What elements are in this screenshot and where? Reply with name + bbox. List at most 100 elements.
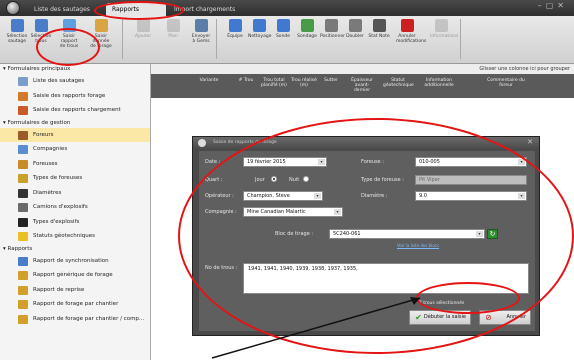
ribbon-button-icon — [136, 19, 150, 32]
chevron-down-icon[interactable]: ▾ — [518, 193, 525, 199]
tab-liste-des-sautages[interactable]: Liste des sautages — [28, 3, 102, 16]
sidebar-item[interactable]: Statuts géotechniques — [0, 229, 150, 244]
chevron-down-icon[interactable]: ▾ — [476, 231, 483, 237]
close-icon[interactable]: ✕ — [527, 138, 533, 146]
quart-option-jour-label: Jour — [255, 177, 265, 183]
ribbon-separator — [122, 19, 123, 59]
column-header[interactable]: Information additionnelle — [417, 78, 461, 88]
ribbon-button-12[interactable]: Doubler — [344, 19, 366, 39]
operateur-field[interactable]: Champion, Steve ▾ — [243, 191, 323, 201]
column-header[interactable]: Commentaire du foreur — [481, 78, 531, 88]
column-header[interactable]: Sutter — [319, 78, 343, 83]
quart-option-nuit-label: Nuit — [289, 177, 300, 183]
ribbon-button-9[interactable]: Sonde — [272, 19, 294, 39]
ribbon-button-label: Sélection sautage — [6, 34, 28, 44]
chevron-down-icon[interactable]: ▾ — [518, 159, 525, 165]
ribbon-button-icon — [348, 19, 362, 32]
ribbon-button-label: Sonde — [275, 34, 291, 39]
ribbon-button-10[interactable]: Sondage — [296, 19, 318, 39]
ribbon-button-0[interactable]: Sélection sautage — [6, 19, 28, 44]
quart-jour-radio[interactable] — [271, 176, 277, 182]
voir-liste-blocs-link[interactable]: Voir la liste des blocs — [397, 243, 439, 248]
foreuse-value: 010-005 — [419, 159, 440, 165]
ribbon-button-icon — [166, 19, 180, 32]
column-header[interactable]: Variante — [191, 78, 227, 83]
trous-textarea[interactable]: 1941, 1941, 1940, 1939, 1938, 1937, 1935… — [243, 263, 529, 294]
ribbon-button-label: Informations — [430, 34, 459, 39]
column-header[interactable]: # Trou — [235, 78, 257, 83]
foreuse-field[interactable]: 010-005 ▾ — [415, 157, 527, 167]
window-controls[interactable]: –▢✕ — [538, 1, 568, 10]
checkmark-icon: ✔ — [415, 313, 422, 322]
ribbon-button-7[interactable]: Équipe — [224, 19, 246, 39]
ribbon-button-14[interactable]: Annuler modifications — [396, 19, 426, 44]
ribbon-button-label: Sélection trous — [30, 34, 52, 44]
ribbon-button-6[interactable]: Envoyer à Gems — [190, 19, 212, 44]
tab-import-chargements[interactable]: Import chargements — [168, 3, 258, 16]
sidebar-item-label: Rapport de synchronisation — [33, 257, 109, 264]
sidebar-item[interactable]: Foreuses — [0, 157, 150, 172]
calendar-dropdown-icon[interactable]: ▾ — [318, 159, 325, 165]
refresh-button[interactable]: ↻ — [487, 229, 498, 239]
bloc-label: Bloc de tirage : — [275, 231, 314, 237]
cancel-button[interactable]: ⊘ Annuler — [479, 310, 531, 325]
ribbon-button-5[interactable]: Plan — [162, 19, 184, 39]
drill-type-icon — [18, 174, 28, 183]
sidebar-section-header[interactable]: ▾ Formulaires de gestion — [0, 118, 150, 128]
ribbon-button-label: Saisir rapport de trous — [59, 34, 79, 49]
chevron-down-icon[interactable]: ▾ — [314, 193, 321, 199]
app-menu-button[interactable] — [6, 1, 20, 15]
sidebar-item[interactable]: Camions d'explosifs — [0, 200, 150, 215]
ribbon-button-13[interactable]: Stat Note — [368, 19, 390, 39]
sidebar-section-header[interactable]: ▾ Rapports — [0, 244, 150, 254]
ribbon-button-2[interactable]: Saisir rapport de trous — [58, 19, 80, 49]
ribbon-button-icon — [400, 19, 414, 32]
sidebar-item[interactable]: Rapport de reprise — [0, 283, 150, 298]
sidebar-item[interactable]: Diamètres — [0, 186, 150, 201]
sidebar-item-label: Liste des sautages — [33, 78, 85, 84]
ribbon-button-4[interactable]: Ajouter — [132, 19, 154, 39]
ribbon-button-15[interactable]: Informations — [430, 19, 458, 39]
compagnie-label: Compagnie : — [205, 209, 237, 215]
ribbon-button-label: Stat Note — [368, 34, 390, 39]
sidebar-item[interactable]: Saisie des rapports chargement — [0, 103, 150, 118]
sidebar-item[interactable]: Rapport de forage par chantier / comp... — [0, 312, 150, 327]
quart-nuit-radio[interactable] — [303, 176, 309, 182]
bloc-field[interactable]: 5C240-061 ▾ — [329, 229, 485, 239]
column-header[interactable]: Épaisseur avant-dernier — [347, 78, 377, 93]
date-field[interactable]: 19 février 2015 ▾ — [243, 157, 327, 167]
sidebar-item-label: Foreurs — [33, 131, 54, 138]
company-icon — [18, 145, 28, 154]
sidebar-item-label: Rapport de forage par chantier — [33, 301, 119, 307]
compagnie-field[interactable]: Mine Canadian Malartic ▾ — [243, 207, 343, 217]
sidebar-item[interactable]: Liste des sautages — [0, 74, 150, 89]
ribbon-button-1[interactable]: Sélection trous — [30, 19, 52, 44]
column-header[interactable]: Statut géotechnique — [383, 78, 414, 88]
tab-rapports-forage[interactable]: Rapports forage — [106, 3, 166, 26]
start-entry-button[interactable]: ✔ Débuter la saisie — [409, 310, 471, 325]
explosive-icon — [18, 217, 28, 227]
sidebar-item[interactable]: Rapport de synchronisation — [0, 254, 150, 269]
diametre-field[interactable]: 9.0 ▾ — [415, 191, 527, 201]
sidebar-item-label: Foreuses — [33, 160, 58, 167]
sidebar-item[interactable]: Foreurs — [0, 127, 150, 142]
sidebar-item[interactable]: Saisie des rapports forage — [0, 89, 150, 104]
sidebar-item[interactable]: Types d'explosifs — [0, 215, 150, 230]
chevron-down-icon[interactable]: ▾ — [334, 209, 341, 215]
sidebar-item[interactable]: Rapport générique de forage — [0, 268, 150, 283]
sidebar-section-header[interactable]: ▾ Formulaires principaux — [0, 64, 150, 74]
sidebar-item[interactable]: Rapport de forage par chantier — [0, 297, 150, 312]
dialog-title: Saisie de rapports de forage — [213, 140, 277, 145]
ribbon-button-icon — [194, 19, 208, 32]
ribbon-button-8[interactable]: Nettoyage — [248, 19, 271, 39]
column-header[interactable]: Trou total planifié (m) — [261, 78, 287, 88]
list-icon — [18, 77, 28, 86]
ribbon-button-11[interactable]: Positionner — [320, 19, 345, 39]
operateur-value: Champion, Steve — [247, 193, 290, 199]
sidebar-item[interactable]: Types de foreuses — [0, 171, 150, 186]
sidebar-item[interactable]: Compagnies — [0, 142, 150, 157]
column-header[interactable]: Trou réalisé (m) — [291, 78, 317, 88]
ribbon-button-icon — [10, 19, 24, 32]
ribbon-button-3[interactable]: Saisir donnée de forage — [90, 19, 112, 49]
truck-icon — [18, 203, 28, 212]
